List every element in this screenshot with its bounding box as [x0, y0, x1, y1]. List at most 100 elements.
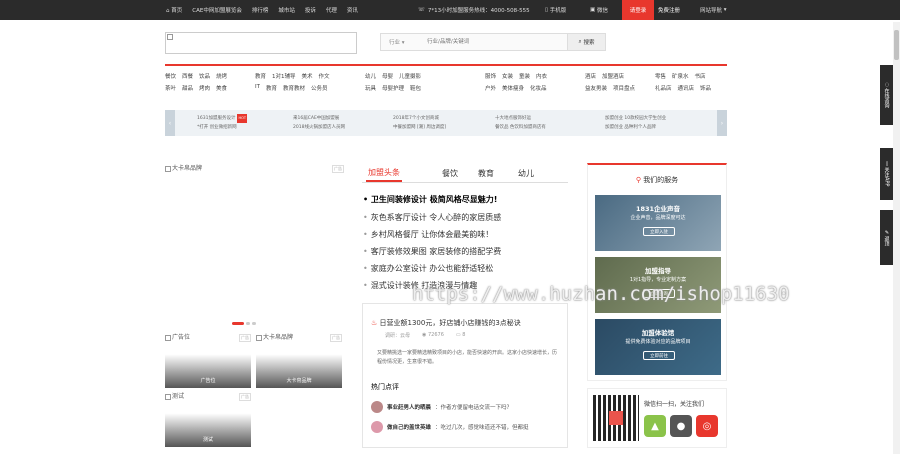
carousel-dot[interactable] [252, 322, 256, 325]
top-nav-item[interactable]: 城市站 [278, 6, 295, 14]
category-link[interactable]: 书店 [695, 72, 706, 80]
category-link[interactable]: 加盟酒店 [602, 72, 624, 80]
mobile-link[interactable]: ▯ 手机版 [545, 0, 566, 20]
category-link[interactable]: 女装 [502, 72, 513, 80]
category-link[interactable]: 西餐 [182, 72, 193, 80]
ticker-item[interactable]: 加盟创业 10款校园大学生创业 [605, 114, 666, 123]
news-item[interactable]: 家庭办公室设计 办公也能舒适轻松 [363, 260, 569, 277]
service-box[interactable]: 加盟体验馆 提供免费体验对应的品牌项目 立即前往 [595, 319, 721, 375]
apple-icon[interactable]: ● [670, 415, 692, 437]
top-nav-home[interactable]: 首页 [171, 8, 182, 14]
search-input[interactable] [423, 34, 567, 50]
category-link[interactable]: 益友男装 [585, 84, 607, 92]
side-top-button[interactable]: ✎ 返顶 [880, 210, 894, 265]
news-item[interactable]: 客厅装修效果图 家居装修的搭配学费 [363, 243, 569, 260]
service-button[interactable]: 立即前往 [643, 351, 675, 360]
category-link[interactable]: 烤肉 [199, 84, 210, 92]
main-ad-image[interactable]: 大卡帛品牌 [165, 163, 202, 172]
ticker-item[interactable]: 来16届CAE中国加盟展 [293, 114, 345, 123]
weibo-icon[interactable]: ◎ [696, 415, 718, 437]
service-button[interactable]: 立即入驻 [643, 227, 675, 236]
category-link[interactable]: 母婴 [382, 72, 393, 80]
article-title[interactable]: ♨ 日营业额1300元，好店铺小店赚钱的3点秘诀 [371, 318, 521, 328]
next-arrow-icon[interactable]: › [717, 110, 727, 136]
category-link[interactable]: 玩具 [365, 84, 376, 92]
top-nav-item[interactable]: 代理 [326, 6, 337, 14]
category-link[interactable]: 幼儿 [365, 72, 376, 80]
category-link[interactable]: 项目盘点 [613, 84, 635, 92]
comment-item[interactable]: 做自己的盖世英雄 ：吃过几次，感觉味道还不错，但都挺 [371, 420, 529, 434]
ad-thumb[interactable]: 大卡帛品牌 广告 大卡帛品牌 [256, 332, 342, 388]
ad-thumb[interactable]: 测试 广告 测试 [165, 391, 251, 447]
top-nav-item[interactable]: 投诉 [305, 6, 316, 14]
category-link[interactable]: 美体瘦身 [502, 84, 524, 92]
scrollbar-thumb[interactable] [894, 30, 899, 60]
category-link[interactable]: 教育教材 [283, 84, 305, 92]
ticker-item[interactable]: 餐饮品 色饮料加盟商店有 [495, 123, 546, 132]
category-link[interactable]: 茶叶 [165, 84, 176, 92]
carousel-dot[interactable] [246, 322, 250, 325]
category-link[interactable]: 零售 [655, 72, 666, 80]
side-app-button[interactable]: ▯ 关注APP [880, 148, 894, 200]
ticker-item[interactable]: 加盟创业 品种利个人品牌 [605, 123, 666, 132]
home-icon[interactable]: ⌂ 首页 [166, 6, 182, 14]
category-link[interactable]: 饰品 [700, 84, 711, 92]
tab-headlines[interactable]: 加盟头条 [366, 165, 402, 182]
tab-food[interactable]: 餐饮 [442, 165, 458, 182]
category-link[interactable]: 教育 [255, 72, 266, 80]
ticker-item[interactable]: 1631加盟服务设计 HOT [197, 114, 247, 123]
comment-item[interactable]: 事业赶男人的晒晨 ：作者方便留电话交流一下吗？ [371, 400, 512, 414]
wechat-link[interactable]: ▣ 微信 [590, 0, 608, 20]
category-link[interactable]: 作文 [319, 72, 330, 80]
category-link[interactable]: IT [255, 84, 260, 92]
site-nav-button[interactable]: 网站导航 ▾ [700, 0, 727, 20]
category-link[interactable]: 1对1辅导 [272, 72, 296, 80]
category-link[interactable]: 甜品 [182, 84, 193, 92]
category-link[interactable]: 鞋包 [410, 84, 421, 92]
category-link[interactable]: 美食 [216, 84, 227, 92]
service-title: 加盟体验馆 [641, 329, 675, 337]
category-link[interactable]: 饮品 [199, 72, 210, 80]
logo-placeholder[interactable] [165, 32, 357, 54]
tab-education[interactable]: 教育 [478, 165, 494, 182]
category-link[interactable]: 美术 [302, 72, 313, 80]
ticker-item[interactable]: 中餐加盟网 [潮] 周边调度] [393, 123, 446, 132]
category-link[interactable]: 内衣 [536, 72, 547, 80]
category-link[interactable]: 母婴护理 [382, 84, 404, 92]
category-link[interactable]: 公务员 [311, 84, 328, 92]
category-link[interactable]: 儿童摄影 [399, 72, 421, 80]
category-link[interactable]: 通讯店 [678, 84, 695, 92]
service-box[interactable]: 1831企业声音 企业声音，品牌深度可达 立即入驻 [595, 195, 721, 251]
category-link[interactable]: 服饰 [485, 72, 496, 80]
category-link[interactable]: 酒店 [585, 72, 596, 80]
top-nav-item[interactable]: CAE中网加盟展览会 [192, 6, 242, 14]
prev-arrow-icon[interactable]: ‹ [165, 110, 175, 136]
search-category-select[interactable]: 行业 ▾ [381, 38, 423, 46]
search-button[interactable]: ⌕ 搜索 [567, 34, 605, 50]
category-link[interactable]: 烧烤 [216, 72, 227, 80]
headline[interactable]: • 卫生间装修设计 极简风格尽显魅力! [363, 191, 569, 209]
ticker-item[interactable]: 2018年7个小文创商城 [393, 114, 446, 123]
news-item[interactable]: 灰色系客厅设计 令人心醉的家居质感 [363, 209, 569, 226]
top-nav-item[interactable]: 资讯 [347, 6, 358, 14]
carousel-dot[interactable] [232, 322, 244, 325]
category-link[interactable]: 教育 [266, 84, 277, 92]
side-consult-button[interactable]: ◌ 在线咨询 [880, 65, 894, 125]
scrollbar[interactable] [893, 22, 900, 454]
ticker-item[interactable]: 2018线火锅加盟店人员网 [293, 123, 345, 132]
login-button[interactable]: 请登录 [622, 0, 654, 20]
category-link[interactable]: 礼品店 [655, 84, 672, 92]
ticker-item[interactable]: *打开 创业微招新网 [197, 123, 247, 132]
category-link[interactable]: 童装 [519, 72, 530, 80]
android-icon[interactable]: ▲ [644, 415, 666, 437]
register-button[interactable]: 免费注册 [658, 0, 680, 20]
top-nav-item[interactable]: 排行榜 [252, 6, 269, 14]
category-link[interactable]: 矿泉水 [672, 72, 689, 80]
ad-thumb[interactable]: 广告位 广告 广告位 [165, 332, 251, 388]
tab-kids[interactable]: 幼儿 [518, 165, 534, 182]
category-link[interactable]: 化妆品 [530, 84, 547, 92]
category-link[interactable]: 餐饮 [165, 72, 176, 80]
news-item[interactable]: 乡村风格餐厅 让你体会最美韵味！ [363, 226, 569, 243]
ticker-item[interactable]: 十大地点服饰好运 [495, 114, 546, 123]
category-link[interactable]: 户外 [485, 84, 496, 92]
